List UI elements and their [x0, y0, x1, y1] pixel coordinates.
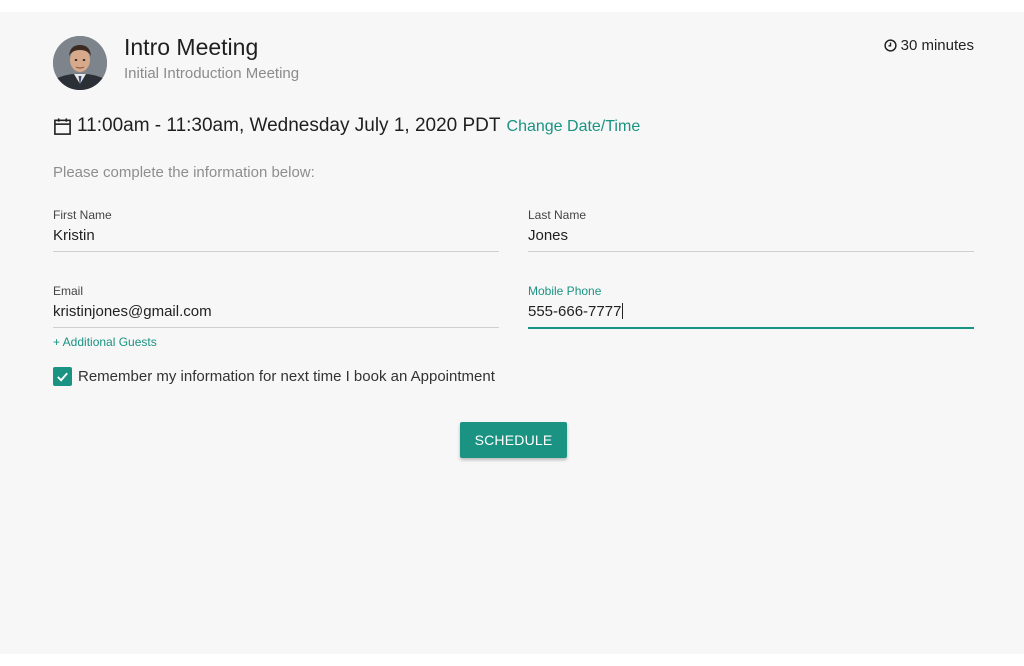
- remember-info-row[interactable]: Remember my information for next time I …: [53, 367, 495, 386]
- avatar-image: [53, 36, 107, 90]
- first-name-field[interactable]: First Name Kristin: [53, 208, 499, 252]
- clock-icon: [883, 39, 897, 52]
- mobile-phone-input[interactable]: 555-666-7777: [528, 298, 974, 329]
- check-icon: [57, 372, 68, 382]
- last-name-field[interactable]: Last Name Jones: [528, 208, 974, 252]
- datetime-text: 11:00am - 11:30am, Wednesday July 1, 202…: [77, 115, 501, 136]
- email-input[interactable]: kristinjones@gmail.com: [53, 298, 499, 328]
- duration: 30 minutes: [883, 37, 974, 54]
- additional-guests-link[interactable]: + Additional Guests: [53, 335, 157, 349]
- mobile-phone-field[interactable]: Mobile Phone 555-666-7777: [528, 284, 974, 329]
- meeting-title: Intro Meeting: [124, 34, 259, 60]
- last-name-label: Last Name: [528, 208, 587, 222]
- schedule-button[interactable]: SCHEDULE: [460, 422, 567, 458]
- avatar: [53, 36, 107, 90]
- remember-label: Remember my information for next time I …: [78, 368, 495, 385]
- booking-card: Intro Meeting Initial Introduction Meeti…: [0, 12, 1024, 654]
- calendar-icon: [54, 117, 71, 135]
- remember-checkbox[interactable]: [53, 367, 72, 386]
- email-field[interactable]: Email kristinjones@gmail.com: [53, 284, 499, 328]
- email-label: Email: [53, 284, 84, 298]
- form-instructions: Please complete the information below:: [53, 164, 315, 181]
- first-name-label: First Name: [53, 208, 112, 222]
- mobile-phone-value: 555-666-7777: [528, 303, 622, 320]
- change-date-time-link[interactable]: Change Date/Time: [507, 118, 641, 136]
- last-name-input[interactable]: Jones: [528, 222, 974, 252]
- datetime-row: 11:00am - 11:30am, Wednesday July 1, 202…: [53, 115, 640, 137]
- text-cursor: [622, 303, 624, 319]
- mobile-phone-label: Mobile Phone: [528, 284, 602, 298]
- meeting-subtitle: Initial Introduction Meeting: [124, 65, 300, 82]
- duration-text: 30 minutes: [900, 37, 974, 54]
- first-name-input[interactable]: Kristin: [53, 222, 499, 252]
